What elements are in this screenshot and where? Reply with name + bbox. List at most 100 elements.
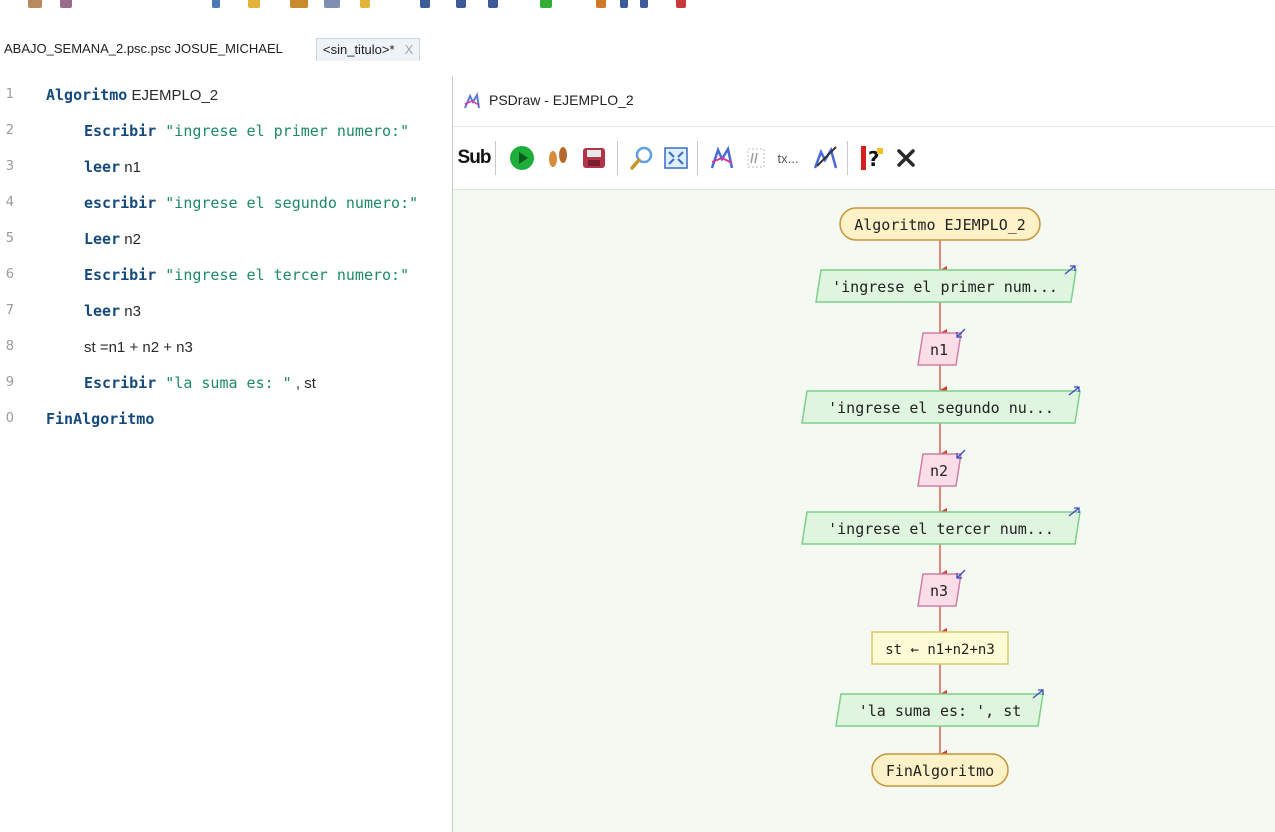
line-number: 5 xyxy=(5,231,14,246)
code-plain: n1 xyxy=(120,159,141,176)
line-number: 3 xyxy=(5,159,14,174)
code-text: leer n3 xyxy=(84,296,141,327)
sub-button[interactable]: Sub xyxy=(457,141,492,175)
code-keyword: leer xyxy=(84,302,121,320)
code-line[interactable]: 8 st =n1 + n2 + n3 xyxy=(0,332,452,362)
fit-screen-icon xyxy=(664,147,688,169)
flowchart-diagram: Algoritmo EJEMPLO_2 'ingrese el primer n… xyxy=(801,207,1081,787)
start-label: Algoritmo EJEMPLO_2 xyxy=(854,216,1026,234)
draw-button[interactable] xyxy=(705,141,739,175)
toolbar-icon[interactable] xyxy=(248,0,260,8)
help-button[interactable]: ? xyxy=(855,141,889,175)
flowchart-assign-node[interactable]: st ← n1+n2+n3 xyxy=(871,631,1009,665)
code-line[interactable]: 2 Escribir "ingrese el primer numero:" xyxy=(0,116,452,146)
toolbar-icon[interactable] xyxy=(360,0,370,8)
code-text: Algoritmo EJEMPLO_2 xyxy=(46,80,218,111)
toolbar-icon[interactable] xyxy=(640,0,648,8)
input-label: n3 xyxy=(930,582,948,600)
flowchart-output-node-4[interactable]: 'la suma es: ', st xyxy=(835,689,1044,727)
code-keyword: Algoritmo xyxy=(46,86,128,104)
run-button[interactable] xyxy=(505,141,539,175)
line-number: 1 xyxy=(5,87,14,102)
code-text: st =n1 + n2 + n3 xyxy=(84,332,193,363)
toolbar-separator xyxy=(617,141,618,175)
toolbar-icon[interactable] xyxy=(620,0,628,8)
toolbar-icon[interactable] xyxy=(420,0,430,8)
flowchart-output-node-1[interactable]: 'ingrese el primer num... xyxy=(815,265,1077,303)
toolbar-separator xyxy=(697,141,698,175)
input-label: n2 xyxy=(930,462,948,480)
close-tab-button[interactable]: X xyxy=(405,42,414,57)
tab-trabajo-semana-2[interactable]: ABAJO_SEMANA_2.psc.psc JOSUE_MICHAEL xyxy=(4,38,283,60)
toolbar-icon[interactable] xyxy=(596,0,606,8)
close-button[interactable] xyxy=(889,141,923,175)
code-line[interactable]: 4 escribir "ingrese el segundo numero:" xyxy=(0,188,452,218)
flowchart-output-node-3[interactable]: 'ingrese el tercer num... xyxy=(801,507,1081,545)
footsteps-icon xyxy=(549,147,567,167)
psdraw-icon xyxy=(710,145,734,169)
tab-sin-titulo[interactable]: <sin_titulo>* X xyxy=(316,38,421,61)
code-line[interactable]: 9 Escribir "la suma es: " , st xyxy=(0,368,452,398)
code-line[interactable]: 6 Escribir "ingrese el tercer numero:" xyxy=(0,260,452,290)
code-plain: , st xyxy=(291,375,316,392)
comment-button[interactable] xyxy=(739,141,773,175)
line-number: 4 xyxy=(5,195,14,210)
line-number: 0 xyxy=(5,411,14,426)
code-keyword: Escribir xyxy=(84,266,157,284)
line-number: 7 xyxy=(5,303,14,318)
code-keyword: escribir xyxy=(84,194,157,212)
flowchart-start-node[interactable]: Algoritmo EJEMPLO_2 xyxy=(839,207,1041,241)
fit-screen-button[interactable] xyxy=(659,141,693,175)
code-line[interactable]: 3 leer n1 xyxy=(0,152,452,182)
main-toolbar xyxy=(0,0,1275,10)
output-label: 'ingrese el segundo nu... xyxy=(828,399,1054,417)
flowchart-canvas[interactable]: Algoritmo EJEMPLO_2 'ingrese el primer n… xyxy=(453,190,1275,832)
code-keyword: Escribir xyxy=(84,374,157,392)
code-line[interactable]: 7 leer n3 xyxy=(0,296,452,326)
pencil-diagram-icon xyxy=(813,146,838,169)
flowchart-input-node-3[interactable]: n3 xyxy=(917,569,966,607)
code-line[interactable]: 5 Leer n2 xyxy=(0,224,452,254)
toolbar-icon[interactable] xyxy=(212,0,220,8)
code-string: "ingrese el primer numero:" xyxy=(156,122,410,140)
code-plain: n2 xyxy=(120,231,141,248)
flowchart-output-node-2[interactable]: 'ingrese el segundo nu... xyxy=(801,386,1081,424)
flowchart-input-node-2[interactable]: n2 xyxy=(917,449,966,487)
toolbar-icon[interactable] xyxy=(60,0,72,8)
output-label: 'ingrese el tercer num... xyxy=(828,520,1054,538)
toolbar-icon[interactable] xyxy=(456,0,466,8)
sub-label: Sub xyxy=(457,147,492,168)
toolbar-separator xyxy=(847,141,848,175)
save-icon xyxy=(583,148,605,168)
code-string: "ingrese el segundo numero:" xyxy=(156,194,419,212)
psdraw-toolbar: Sub tx... ? xyxy=(453,127,1275,190)
output-label: 'la suma es: ', st xyxy=(859,702,1022,720)
flowchart-end-node[interactable]: FinAlgoritmo xyxy=(871,753,1009,787)
toolbar-icon[interactable] xyxy=(28,0,42,8)
flowchart-edit-button[interactable] xyxy=(809,141,843,175)
zoom-button[interactable] xyxy=(625,141,659,175)
close-icon xyxy=(897,149,915,167)
help-icon: ? xyxy=(861,146,883,171)
toolbar-icon[interactable] xyxy=(290,0,308,8)
flowchart-input-node-1[interactable]: n1 xyxy=(917,328,966,366)
file-tab-bar: ABAJO_SEMANA_2.psc.psc JOSUE_MICHAEL <si… xyxy=(0,32,1275,62)
code-text: Escribir "la suma es: " , st xyxy=(84,368,316,399)
code-plain: st =n1 + n2 + n3 xyxy=(84,339,193,356)
output-label: 'ingrese el primer num... xyxy=(832,278,1058,296)
code-line[interactable]: 0 FinAlgoritmo xyxy=(0,404,452,434)
text-button[interactable]: tx... xyxy=(771,141,805,175)
toolbar-icon[interactable] xyxy=(324,0,340,8)
psdraw-title-bar: PSDraw - EJEMPLO_2 xyxy=(453,76,1275,127)
step-button[interactable] xyxy=(541,141,575,175)
toolbar-icon[interactable] xyxy=(676,0,686,8)
code-keyword: Leer xyxy=(84,230,121,248)
save-button[interactable] xyxy=(577,141,611,175)
toolbar-icon[interactable] xyxy=(540,0,552,8)
code-line[interactable]: 1 Algoritmo EJEMPLO_2 xyxy=(0,80,452,110)
input-label: n1 xyxy=(930,341,948,359)
assign-label: st ← n1+n2+n3 xyxy=(885,642,995,658)
code-editor[interactable]: 1 Algoritmo EJEMPLO_2 2 Escribir "ingrese e… xyxy=(0,76,452,832)
code-text: leer n1 xyxy=(84,152,141,183)
toolbar-icon[interactable] xyxy=(488,0,498,8)
